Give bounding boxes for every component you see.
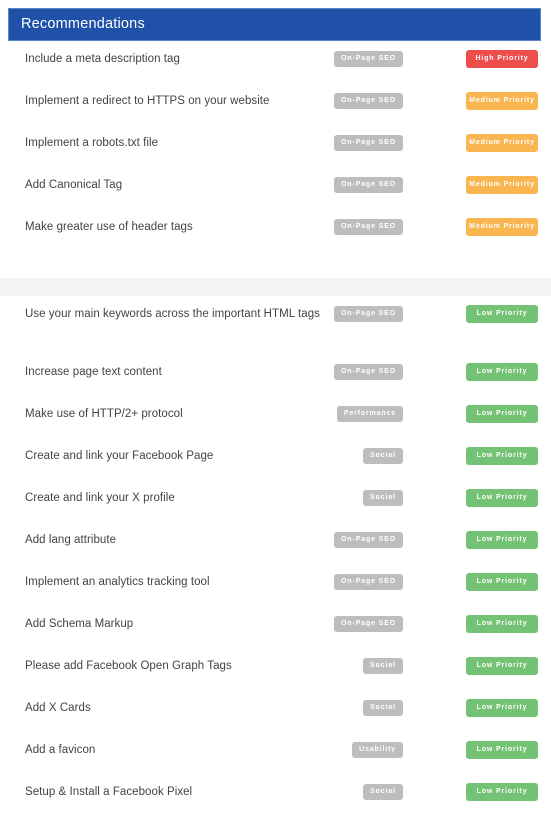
recommendation-row[interactable]: Add Canonical Tag On-Page SEO Medium Prior… [0, 167, 551, 209]
priority-badge: Low Priority [466, 615, 538, 633]
recommendation-row[interactable]: Implement a redirect to HTTPS on your we… [0, 83, 551, 125]
category-badge: On-Page SEO [334, 135, 403, 151]
priority-badge: Low Priority [466, 489, 538, 507]
category-badge: Performance [336, 406, 403, 422]
recommendation-row[interactable]: Use your main keywords across the import… [0, 296, 551, 354]
category-badge: On-Page SEO [334, 177, 403, 193]
priority-cell: Medium Priority [466, 92, 538, 110]
category-badge: On-Page SEO [334, 616, 403, 632]
priority-badge: Low Priority [466, 783, 538, 801]
recommendation-row[interactable]: Implement an analytics tracking tool On-P… [0, 564, 551, 606]
priority-badge: Low Priority [466, 741, 538, 759]
category-badge: On-Page SEO [334, 51, 403, 67]
category-badge: On-Page SEO [334, 574, 403, 590]
category-cell: On-Page SEO [280, 306, 403, 324]
priority-badge: Low Priority [466, 447, 538, 465]
category-cell: Social [280, 784, 403, 802]
category-cell: Performance [280, 406, 403, 424]
priority-badge: Low Priority [466, 305, 538, 323]
priority-badge: Medium Priority [466, 134, 538, 152]
recommendation-row[interactable]: Create and link your X profile Social Low … [0, 480, 551, 522]
category-badge: Social [363, 784, 403, 800]
priority-cell: Low Priority [466, 783, 538, 801]
recommendation-row[interactable]: Include a meta description tag On-Page SE… [0, 41, 551, 83]
recommendation-row[interactable]: Implement a robots.txt file On-Page SEO Me… [0, 125, 551, 167]
category-cell: On-Page SEO [280, 616, 403, 634]
priority-badge: Medium Priority [466, 176, 538, 194]
priority-badge: Low Priority [466, 531, 538, 549]
category-cell: Social [280, 490, 403, 508]
priority-cell: Low Priority [466, 699, 538, 717]
priority-cell: Low Priority [466, 573, 538, 591]
priority-badge: High Priority [466, 50, 538, 68]
category-cell: On-Page SEO [280, 364, 403, 382]
category-badge: On-Page SEO [334, 219, 403, 235]
recommendation-row[interactable]: Add lang attribute On-Page SEO Low Priorit… [0, 522, 551, 564]
recommendation-row[interactable]: Make use of HTTP/2+ protocol Performance L… [0, 396, 551, 438]
priority-cell: Medium Priority [466, 218, 538, 236]
recommendation-row[interactable]: Add a favicon Usability Low Priority [0, 732, 551, 774]
recommendations-page: Recommendations Include a meta descripti… [0, 0, 551, 840]
category-badge: On-Page SEO [334, 364, 403, 380]
recommendation-row[interactable]: Increase page text content On-Page SEO Low… [0, 354, 551, 396]
priority-cell: Low Priority [466, 741, 538, 759]
recommendations-panel-header: Recommendations [8, 8, 541, 41]
priority-cell: Low Priority [466, 405, 538, 423]
category-cell: On-Page SEO [280, 51, 403, 69]
category-cell: On-Page SEO [280, 219, 403, 237]
category-cell: Social [280, 658, 403, 676]
priority-badge: Low Priority [466, 405, 538, 423]
category-badge: Social [363, 658, 403, 674]
recommendations-section-secondary: Use your main keywords across the import… [0, 296, 551, 816]
category-cell: On-Page SEO [280, 177, 403, 195]
category-cell: Social [280, 448, 403, 466]
priority-cell: Medium Priority [466, 134, 538, 152]
priority-badge: Low Priority [466, 363, 538, 381]
category-badge: Social [363, 448, 403, 464]
priority-badge: Medium Priority [466, 92, 538, 110]
recommendation-row[interactable]: Add X Cards Social Low Priority [0, 690, 551, 732]
category-cell: On-Page SEO [280, 574, 403, 592]
category-badge: Social [363, 490, 403, 506]
category-cell: On-Page SEO [280, 135, 403, 153]
priority-cell: Low Priority [466, 489, 538, 507]
priority-cell: Low Priority [466, 657, 538, 675]
recommendation-row[interactable]: Add Schema Markup On-Page SEO Low Priority [0, 606, 551, 648]
category-cell: Usability [280, 742, 403, 760]
recommendation-row[interactable]: Create and link your Facebook Page Social… [0, 438, 551, 480]
category-badge: On-Page SEO [334, 532, 403, 548]
recommendations-section-primary: Include a meta description tag On-Page SE… [0, 41, 551, 251]
priority-cell: Low Priority [466, 447, 538, 465]
category-cell: On-Page SEO [280, 93, 403, 111]
category-badge: On-Page SEO [334, 93, 403, 109]
recommendation-row[interactable]: Make greater use of header tags On-Page S… [0, 209, 551, 251]
priority-badge: Medium Priority [466, 218, 538, 236]
priority-cell: Low Priority [466, 363, 538, 381]
recommendation-row[interactable]: Please add Facebook Open Graph Tags Socia… [0, 648, 551, 690]
priority-cell: Low Priority [466, 615, 538, 633]
priority-cell: Medium Priority [466, 176, 538, 194]
recommendation-row[interactable]: Setup & Install a Facebook Pixel Social Lo… [0, 774, 551, 816]
category-cell: On-Page SEO [280, 532, 403, 550]
category-badge: Usability [352, 742, 403, 758]
priority-badge: Low Priority [466, 573, 538, 591]
category-cell: Social [280, 700, 403, 718]
page-title: Recommendations [21, 16, 145, 33]
section-divider-band [0, 278, 551, 296]
category-badge: On-Page SEO [334, 306, 403, 322]
priority-badge: Low Priority [466, 699, 538, 717]
priority-cell: High Priority [466, 50, 538, 68]
priority-badge: Low Priority [466, 657, 538, 675]
category-badge: Social [363, 700, 403, 716]
priority-cell: Low Priority [466, 305, 538, 323]
priority-cell: Low Priority [466, 531, 538, 549]
